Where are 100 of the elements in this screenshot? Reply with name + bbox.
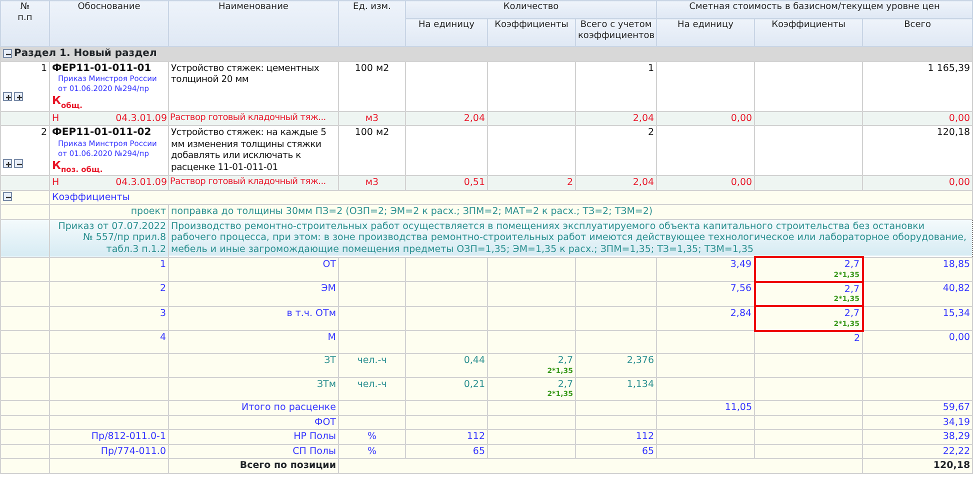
table-cell: в т.ч. ОТм <box>168 306 338 330</box>
table-cell: 2,04 <box>576 111 657 126</box>
coefficient-mark: К$_{поз. общ.}$ <box>52 158 104 174</box>
coefficient-mark: К$_{общ.}$ <box>52 94 84 110</box>
table-cell: 120,18 <box>862 126 973 176</box>
table-cell: 15,34 <box>862 306 973 330</box>
table-cell: Раствор готовый кладочный тяж... <box>168 111 338 126</box>
table-cell: 0,00 <box>862 330 973 354</box>
table-cell: % <box>338 430 406 444</box>
column-header: Коэффициенты <box>754 18 863 46</box>
table-cell: 1 <box>50 257 168 282</box>
column-header: Коэффициенты <box>488 18 576 46</box>
table-cell: ЗТ <box>168 354 338 377</box>
column-header: Обоснование <box>50 0 168 46</box>
table-cell: Устройство стяжек: цементных толщиной 20 мм <box>168 61 338 111</box>
table-cell: 4 <box>50 330 168 354</box>
table-cell: м3 <box>338 176 406 190</box>
table-cell: ФОТ <box>168 415 338 430</box>
row-number: 2 <box>40 127 47 138</box>
table-cell: М <box>168 330 338 354</box>
table-cell: 120,18 <box>862 458 973 473</box>
table-cell: 2,376 <box>576 354 657 377</box>
cell-value: 2,7 <box>558 355 573 366</box>
table-cell: 40,82 <box>862 282 973 306</box>
coefficient-text: поправка до толщины 30мм ПЗ=2 (ОЗП=2; ЭМ=2 к расх.; ЗПМ=2; МАТ=2 к расх.; ТЗ=2; ТЗМ=2) <box>168 204 973 219</box>
table-cell: чел.-ч <box>338 354 406 377</box>
table-cell: Раствор готовый кладочный тяж... <box>168 176 338 190</box>
collapse-icon[interactable] <box>3 48 12 58</box>
table-cell: 0,21 <box>406 377 488 400</box>
table-cell: 1,134 <box>576 377 657 400</box>
table-cell: 2 <box>50 282 168 306</box>
cell-value: 2 <box>854 332 860 344</box>
column-header: На единицу <box>406 18 488 46</box>
table-cell: 0,51 <box>406 176 488 190</box>
table-cell: НР Полы <box>168 430 338 444</box>
resource-code: 04.3.01.09 <box>116 177 167 188</box>
code-text: ФЕР11-01-011-02 <box>52 127 152 138</box>
table-cell: 2 <box>488 176 576 190</box>
table-cell: 11,05 <box>656 400 755 415</box>
coefficients-label: Коэффициенты <box>50 190 973 204</box>
column-header: Всего с учетом коэффициентов <box>576 18 657 46</box>
table-cell: 0,00 <box>862 176 973 190</box>
table-cell: 0,00 <box>656 111 755 126</box>
table-cell: чел.-ч <box>338 377 406 400</box>
coefficient-text: Производство ремонтно-строительных работ осуществляется в помещениях эксплуатируемого объекта капитального строительства без остановки рабочего процесса, при этом: в зоне производства ремонтно-строительных работ имеются действующее технологическое или лабораторное оборудование, мебель и иные загромождающие помещения предметы ОЗП=1,35; ЭМ=1,35 к расх.; ЗПМ=1,35; ТЗ=1,35; ТЗМ=1,35 <box>168 219 973 257</box>
table-cell: 2,04 <box>406 111 488 126</box>
table-cell: 3,49 <box>656 257 755 282</box>
table-cell: 3 <box>50 306 168 330</box>
column-header: Ед. изм. <box>338 0 406 46</box>
column-header: На единицу <box>656 18 755 46</box>
table-cell: 0,44 <box>406 354 488 377</box>
table-cell: 38,29 <box>862 430 973 444</box>
table-cell: ОТ <box>168 257 338 282</box>
table-cell: % <box>338 444 406 458</box>
expand-icon[interactable] <box>14 92 23 101</box>
column-header: Всего <box>862 18 973 46</box>
resource-type: Н <box>52 112 60 124</box>
table-cell: 100 м2 <box>338 126 406 176</box>
collapse-icon[interactable] <box>3 192 12 202</box>
table-cell: 100 м2 <box>338 61 406 111</box>
table-cell: 65 <box>406 444 488 458</box>
table-cell: 2,84 <box>656 306 755 330</box>
column-group-header: Количество <box>406 0 657 18</box>
table-cell: м3 <box>338 111 406 126</box>
table-cell: 18,85 <box>862 257 973 282</box>
table-cell: 112 <box>406 430 488 444</box>
table-cell: СП Полы <box>168 444 338 458</box>
cell-value: 2,7 <box>844 259 860 270</box>
code-text: ФЕР11-01-011-01 <box>52 62 152 74</box>
row-number: 1 <box>40 62 47 74</box>
table-cell: Итого по расценке <box>168 400 338 415</box>
table-cell: 1 165,39 <box>862 61 973 111</box>
table-cell: 22,22 <box>862 444 973 458</box>
table-cell: ЗТм <box>168 377 338 400</box>
cell-value: 2,7 <box>558 378 573 390</box>
expand-icon[interactable] <box>3 159 12 168</box>
table-cell: Всего по позиции <box>168 458 338 473</box>
resource-type: Н <box>52 177 60 188</box>
column-header: № п.п <box>0 0 50 46</box>
source-text: проект <box>50 204 168 219</box>
section-title: Раздел 1. Новый раздел <box>14 48 157 59</box>
cell-value: 2,7 <box>844 284 860 294</box>
table-cell: 2 <box>576 126 657 176</box>
table-cell: Устройство стяжек: на каждые 5 мм изменения толщины стяжки добавлять или исключать к расценке 11-01-011-01 <box>168 126 338 176</box>
table-cell: 7,56 <box>656 282 755 306</box>
resource-code: 04.3.01.09 <box>116 112 167 124</box>
table-cell: Пр/812-011.0-1 <box>50 430 168 444</box>
table-cell: 0,00 <box>862 111 973 126</box>
expand-icon[interactable] <box>3 92 12 101</box>
table-cell: 59,67 <box>862 400 973 415</box>
table-cell: ЭМ <box>168 282 338 306</box>
table-cell: 0,00 <box>656 176 755 190</box>
column-header: Наименование <box>168 0 338 46</box>
table-cell: 2,04 <box>576 176 657 190</box>
table-cell: 1 <box>576 61 657 111</box>
collapse-icon[interactable] <box>14 159 23 168</box>
table-cell: 34,19 <box>862 415 973 430</box>
table-cell: 112 <box>576 430 657 444</box>
table-cell: 65 <box>576 444 657 458</box>
column-group-header: Сметная стоимость в базисном/текущем уровне цен <box>656 0 973 18</box>
